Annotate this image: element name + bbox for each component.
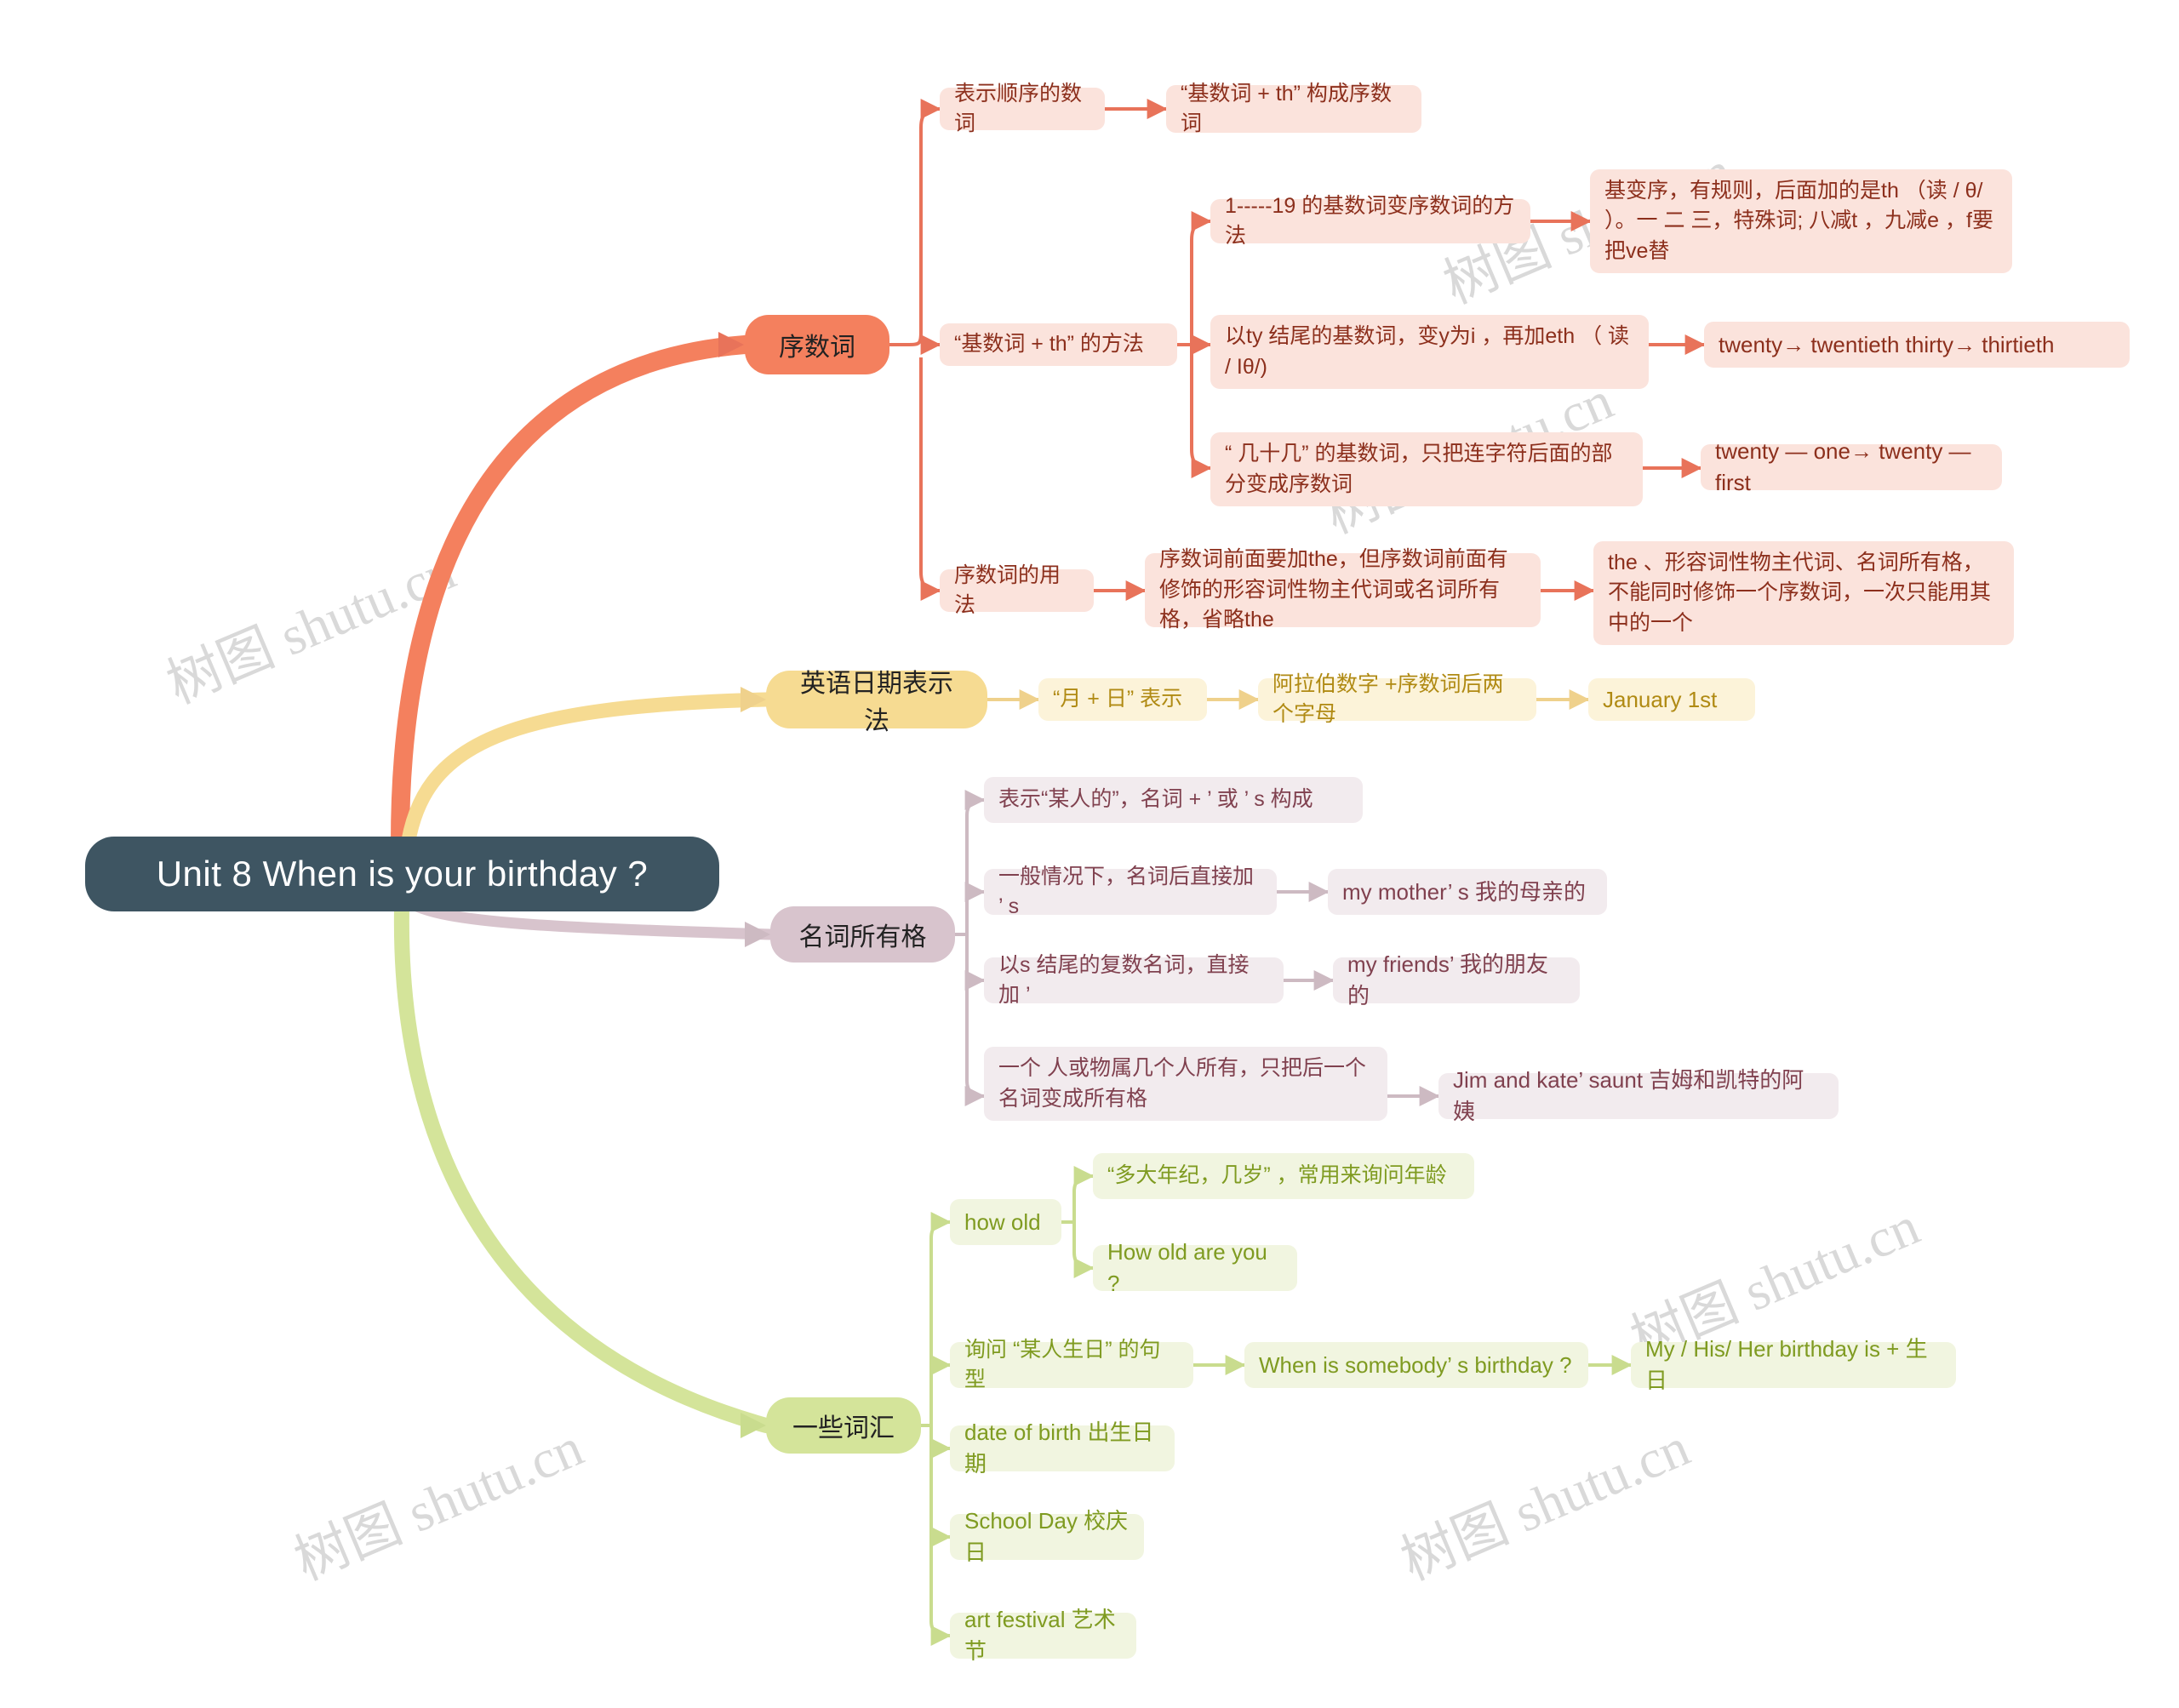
leaf-label: When is somebody’ s birthday ? [1259, 1351, 1572, 1378]
leaf-label: 以s 结尾的复数名词，直接加 ’ [998, 952, 1250, 1008]
leaf-label: 1-----19 的基数词变序数词的方法 [1225, 193, 1515, 248]
leaf-vocab-ask-birthday-question[interactable]: When is somebody’ s birthday ? [1244, 1342, 1588, 1388]
leaf-ordinal-meaning[interactable]: 表示顺序的数词 [940, 82, 1105, 135]
mindmap-canvas: 树图 shutu.cn 树图 shutu.cn 树图 shutu.cn 树图 s… [0, 0, 2179, 1708]
branch-node-ordinal[interactable]: 序数词 [745, 315, 889, 374]
leaf-ordinal-method[interactable]: “基数词 + th” 的方法 [940, 323, 1177, 366]
leaf-label: art festival 艺术节 [964, 1607, 1116, 1664]
leaf-date-example[interactable]: January 1st [1588, 678, 1755, 721]
leaf-possessive-rule-plural[interactable]: 以s 结尾的复数名词，直接加 ’ [984, 953, 1284, 1007]
leaf-label: 基变序，有规则，后面加的是th （读 / θ/ ）。一 二 三，特殊词; 八减t… [1604, 178, 1993, 263]
leaf-possessive-rule-general[interactable]: 一般情况下，名词后直接加 ’ s [984, 865, 1277, 918]
leaf-label: 阿拉伯数字 +序数词后两个字母 [1273, 671, 1504, 727]
leaf-possessive-definition[interactable]: 表示“某人的”，名词 + ’ 或 ’ s 构成 [984, 777, 1363, 823]
leaf-label: 序数词的用法 [954, 563, 1061, 618]
leaf-label: “基数词 + th” 构成序数词 [1181, 81, 1392, 136]
leaf-ordinal-meaning-detail[interactable]: “基数词 + th” 构成序数词 [1166, 82, 1421, 135]
watermark-text: 树图 shutu.cn [158, 540, 464, 716]
leaf-ordinal-method-compound[interactable]: “ 几十几” 的基数词，只把连字符后面的部分变成序数词 [1210, 432, 1643, 506]
leaf-label: 以ty 结尾的基数词，变y为i ，再加eth （ 读 / Iθ/) [1225, 324, 1635, 379]
leaf-possessive-rule-joint-example[interactable]: Jim and kate’ saunt 吉姆和凯特的阿姨 [1438, 1067, 1839, 1124]
leaf-label: 一般情况下，名词后直接加 ’ s [998, 864, 1260, 919]
root-node-label: Unit 8 When is your birthday ? [156, 854, 649, 894]
leaf-label: twenty→ twentieth thirty→ thirtieth [1719, 331, 2055, 357]
leaf-label: Jim and kate’ saunt 吉姆和凯特的阿姨 [1453, 1067, 1804, 1124]
branch-node-vocabulary[interactable]: 一些词汇 [766, 1397, 921, 1454]
branch-node-possessive[interactable]: 名词所有格 [770, 906, 955, 963]
leaf-ordinal-usage-detail2[interactable]: the 、形容词性物主代词、名词所有格，不能同时修饰一个序数词，一次只能用其中的… [1593, 541, 2014, 645]
leaf-vocab-date-of-birth[interactable]: date of birth 出生日期 [950, 1420, 1175, 1477]
leaf-label: date of birth 出生日期 [964, 1420, 1154, 1477]
leaf-label: 序数词前面要加the，但序数词前面有修饰的形容词性物主代词或名词所有格，省略th… [1159, 547, 1508, 632]
leaf-label: January 1st [1603, 686, 1718, 712]
branch-node-possessive-label: 名词所有格 [798, 923, 927, 951]
branch-node-ordinal-label: 序数词 [779, 334, 855, 362]
leaf-vocab-art-festival[interactable]: art festival 艺术节 [950, 1607, 1136, 1664]
leaf-possessive-rule-plural-example[interactable]: my friends’ 我的朋友的 [1333, 951, 1580, 1008]
leaf-date-form-detail[interactable]: 阿拉伯数字 +序数词后两个字母 [1258, 672, 1536, 726]
leaf-label: 一个 人或物属几个人所有，只把后一个名词变成所有格 [998, 1056, 1366, 1111]
leaf-ordinal-method-compound-example[interactable]: twenty — one→ twenty — first [1701, 438, 2002, 495]
leaf-vocab-ask-birthday[interactable]: 询问 “某人生日” 的句型 [950, 1338, 1193, 1391]
leaf-vocab-how-old-meaning[interactable]: “多大年纪，几岁” ，常用来询问年龄 [1093, 1153, 1474, 1199]
leaf-label: the 、形容词性物主代词、名词所有格，不能同时修饰一个序数词，一次只能用其中的… [1608, 550, 1992, 635]
leaf-ordinal-usage[interactable]: 序数词的用法 [940, 563, 1094, 617]
leaf-label: “基数词 + th” 的方法 [954, 332, 1144, 357]
leaf-label: “多大年纪，几岁” ，常用来询问年龄 [1107, 1163, 1447, 1188]
leaf-label: my mother’ s 我的母亲的 [1342, 878, 1587, 905]
branch-node-vocabulary-label: 一些词汇 [792, 1414, 895, 1442]
leaf-label: How old are you ? [1107, 1239, 1274, 1296]
leaf-possessive-rule-joint[interactable]: 一个 人或物属几个人所有，只把后一个名词变成所有格 [984, 1047, 1387, 1121]
leaf-label: 询问 “某人生日” 的句型 [964, 1337, 1161, 1392]
watermark-text: 树图 shutu.cn [286, 1416, 592, 1592]
root-node[interactable]: Unit 8 When is your birthday ? [85, 837, 719, 911]
leaf-label: “ 几十几” 的基数词，只把连字符后面的部分变成序数词 [1225, 442, 1613, 496]
branch-node-date[interactable]: 英语日期表示法 [766, 670, 987, 735]
branch-node-date-label: 英语日期表示法 [800, 670, 953, 735]
leaf-vocab-school-day[interactable]: School Day 校庆日 [950, 1508, 1144, 1565]
leaf-label: how old [964, 1208, 1041, 1235]
leaf-date-form[interactable]: “月 + 日” 表示 [1038, 678, 1207, 721]
leaf-ordinal-method-1-19[interactable]: 1-----19 的基数词变序数词的方法 [1210, 194, 1530, 248]
leaf-label: twenty — one→ twenty — first [1715, 438, 1977, 495]
leaf-label: My / His/ Her birthday is + 生日 [1645, 1336, 1928, 1393]
leaf-ordinal-method-ty[interactable]: 以ty 结尾的基数词，变y为i ，再加eth （ 读 / Iθ/) [1210, 315, 1649, 389]
leaf-ordinal-usage-detail[interactable]: 序数词前面要加the，但序数词前面有修饰的形容词性物主代词或名词所有格，省略th… [1145, 547, 1541, 631]
leaf-label: School Day 校庆日 [964, 1508, 1129, 1565]
leaf-vocab-how-old[interactable]: how old [950, 1199, 1061, 1245]
leaf-ordinal-method-1-19-detail[interactable]: 基变序，有规则，后面加的是th （读 / θ/ ）。一 二 三，特殊词; 八减t… [1590, 169, 2012, 273]
leaf-label: 表示“某人的”，名词 + ’ 或 ’ s 构成 [998, 787, 1313, 812]
leaf-label: “月 + 日” 表示 [1053, 687, 1183, 711]
leaf-possessive-rule-general-example[interactable]: my mother’ s 我的母亲的 [1328, 869, 1607, 915]
leaf-vocab-how-old-example[interactable]: How old are you ? [1093, 1239, 1297, 1296]
leaf-vocab-ask-birthday-answer[interactable]: My / His/ Her birthday is + 生日 [1631, 1336, 1956, 1393]
watermark-text: 树图 shutu.cn [1393, 1416, 1698, 1592]
leaf-ordinal-method-ty-example[interactable]: twenty→ twentieth thirty→ thirtieth [1704, 322, 2130, 368]
leaf-label: my friends’ 我的朋友的 [1347, 951, 1548, 1008]
leaf-label: 表示顺序的数词 [954, 81, 1083, 136]
